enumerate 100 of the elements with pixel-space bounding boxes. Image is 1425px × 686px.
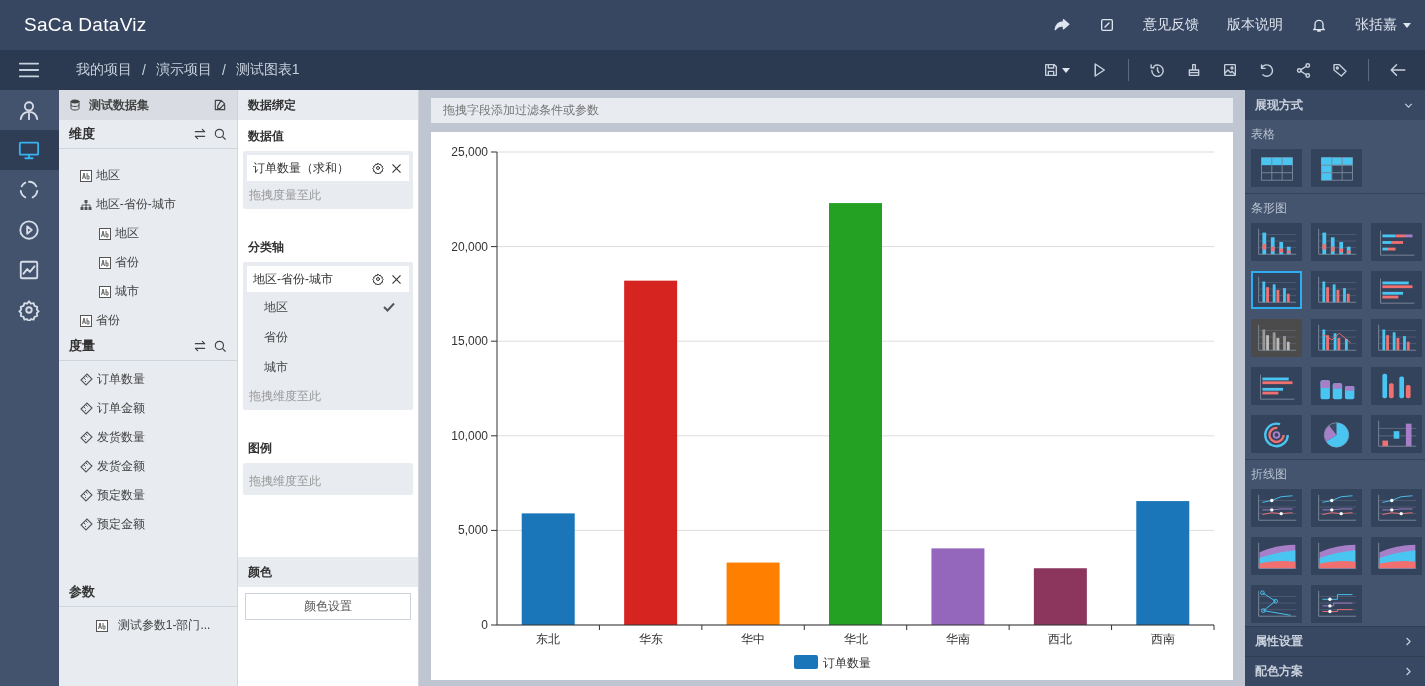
bell-icon[interactable] [1311, 17, 1327, 33]
section-title: 颜色 [238, 557, 418, 587]
chart-type-button[interactable] [1371, 223, 1422, 261]
breadcrumb-link[interactable]: 演示项目 [155, 61, 212, 79]
image-icon[interactable] [1222, 62, 1238, 78]
level-item[interactable]: 城市 [247, 352, 409, 382]
panel-header[interactable]: 属性设置 [1245, 626, 1425, 656]
chart-type-button[interactable] [1251, 223, 1302, 261]
nav-item[interactable] [0, 130, 59, 170]
panel-header[interactable]: 配色方案 [1245, 656, 1425, 686]
section-title: 图例 [247, 440, 273, 457]
dimension-field[interactable]: 省份 [58, 248, 237, 277]
measure-field[interactable]: 订单金额 [58, 394, 237, 423]
user-menu[interactable]: 张括嘉 [1355, 16, 1411, 34]
measure-field[interactable]: 预定金额 [58, 510, 237, 539]
chart-type-button[interactable] [1311, 367, 1362, 405]
header-link[interactable]: 版本说明 [1227, 16, 1283, 34]
dimension-field[interactable]: 地区-省份-城市 [58, 190, 237, 219]
edit-icon[interactable] [213, 98, 227, 112]
ruler-icon [79, 460, 93, 473]
chart-type-button[interactable] [1371, 271, 1422, 309]
chart-type-button[interactable] [1311, 415, 1362, 453]
axis-label: 10,000 [451, 428, 488, 443]
ruler-icon [79, 402, 93, 415]
chart-type-button[interactable] [1251, 149, 1302, 187]
panel-title: 数据绑定 [238, 90, 418, 120]
swap-icon[interactable] [193, 339, 207, 353]
measure-field[interactable]: 预定数量 [58, 481, 237, 510]
chart-type-button[interactable] [1371, 367, 1422, 405]
axis-label: 5,000 [457, 523, 488, 538]
close-icon[interactable] [390, 272, 403, 286]
chart-type-button[interactable] [1371, 489, 1422, 527]
save-button[interactable] [1043, 62, 1070, 78]
axis-label: 20,000 [451, 239, 488, 254]
dimension-field[interactable]: 地区 [58, 161, 237, 190]
chart-type-button[interactable] [1311, 149, 1362, 187]
save-icon [1043, 62, 1059, 78]
edit-icon[interactable] [1099, 17, 1115, 33]
group-title: 表格 [1251, 126, 1276, 143]
level-item[interactable]: 省份 [247, 322, 409, 352]
measure-field[interactable]: 发货数量 [58, 423, 237, 452]
level-item[interactable]: 地区 [247, 292, 409, 322]
breadcrumb-link[interactable]: 测试图表1 [235, 61, 300, 79]
swap-icon[interactable] [193, 127, 207, 141]
chart-type-button[interactable] [1371, 319, 1422, 357]
hierarchy-icon [79, 198, 92, 211]
drop-zone[interactable]: 地区-省份-城市 地区 省份 城市 拖拽维度至此 [243, 262, 413, 410]
breadcrumb-separator: / [142, 62, 146, 78]
chart-type-button[interactable] [1311, 271, 1362, 309]
search-icon[interactable] [213, 339, 227, 353]
header-link[interactable]: 意见反馈 [1143, 16, 1199, 34]
axis-label: 西北 [1048, 632, 1073, 646]
field-chip[interactable]: 订单数量（求和） [247, 155, 409, 181]
text-field-icon [79, 169, 92, 182]
settings-icon[interactable] [372, 273, 384, 285]
parameter-field[interactable]: 测试参数1-部门... [58, 611, 237, 640]
color-settings-button[interactable]: 颜色设置 [245, 593, 411, 620]
section-title: 数据值 [247, 128, 285, 145]
drop-hint: 拖拽维度至此 [248, 472, 322, 490]
filter-drop-zone[interactable]: 拖拽字段添加过滤条件或参数 [431, 98, 1233, 123]
back-arrow-icon[interactable] [1389, 61, 1407, 79]
chart-type-button[interactable] [1311, 489, 1362, 527]
chart-type-button[interactable] [1251, 271, 1302, 309]
brush-icon[interactable] [1186, 62, 1202, 78]
undo-icon[interactable] [1258, 61, 1275, 79]
axis-label: 0 [481, 618, 488, 632]
measure-field[interactable]: 订单数量 [58, 365, 237, 394]
chart-type-button[interactable] [1251, 585, 1302, 623]
chart-type-button[interactable] [1311, 585, 1362, 623]
axis-label: 华中 [741, 632, 766, 646]
chart-type-button[interactable] [1371, 537, 1422, 575]
chart-type-button[interactable] [1371, 415, 1422, 453]
chart-type-button[interactable] [1311, 223, 1362, 261]
dimension-field[interactable]: 地区 [58, 219, 237, 248]
settings-icon[interactable] [372, 162, 384, 174]
chart-type-button[interactable] [1251, 537, 1302, 575]
axis-label: 15,000 [451, 334, 488, 349]
chart-type-button[interactable] [1251, 415, 1302, 453]
search-icon[interactable] [213, 127, 227, 141]
text-field-icon [98, 285, 111, 298]
chart-type-button[interactable] [1311, 537, 1362, 575]
axis-label: 华东 [638, 632, 663, 646]
measure-field[interactable]: 发货金额 [58, 452, 237, 481]
chart-type-button[interactable] [1251, 367, 1302, 405]
section-title: 参数 [68, 583, 95, 601]
breadcrumb-link[interactable]: 我的项目 [76, 61, 132, 79]
play-icon [18, 219, 41, 241]
dimension-field[interactable]: 城市 [58, 277, 237, 306]
chart-type-button[interactable] [1311, 319, 1362, 357]
drop-zone[interactable]: 订单数量（求和） 拖拽度量至此 [243, 151, 413, 209]
dimension-field[interactable]: 省份 [58, 306, 237, 332]
panel-header[interactable]: 展现方式 [1245, 90, 1425, 120]
section-title: 分类轴 [247, 239, 285, 256]
close-icon[interactable] [390, 161, 403, 175]
history-icon[interactable] [1149, 61, 1166, 79]
chart-type-button[interactable] [1251, 489, 1302, 527]
ruler-icon [79, 518, 93, 531]
tag-icon[interactable] [1332, 62, 1348, 78]
field-chip[interactable]: 地区-省份-城市 [247, 266, 409, 292]
share-nodes-icon[interactable] [1295, 61, 1312, 79]
